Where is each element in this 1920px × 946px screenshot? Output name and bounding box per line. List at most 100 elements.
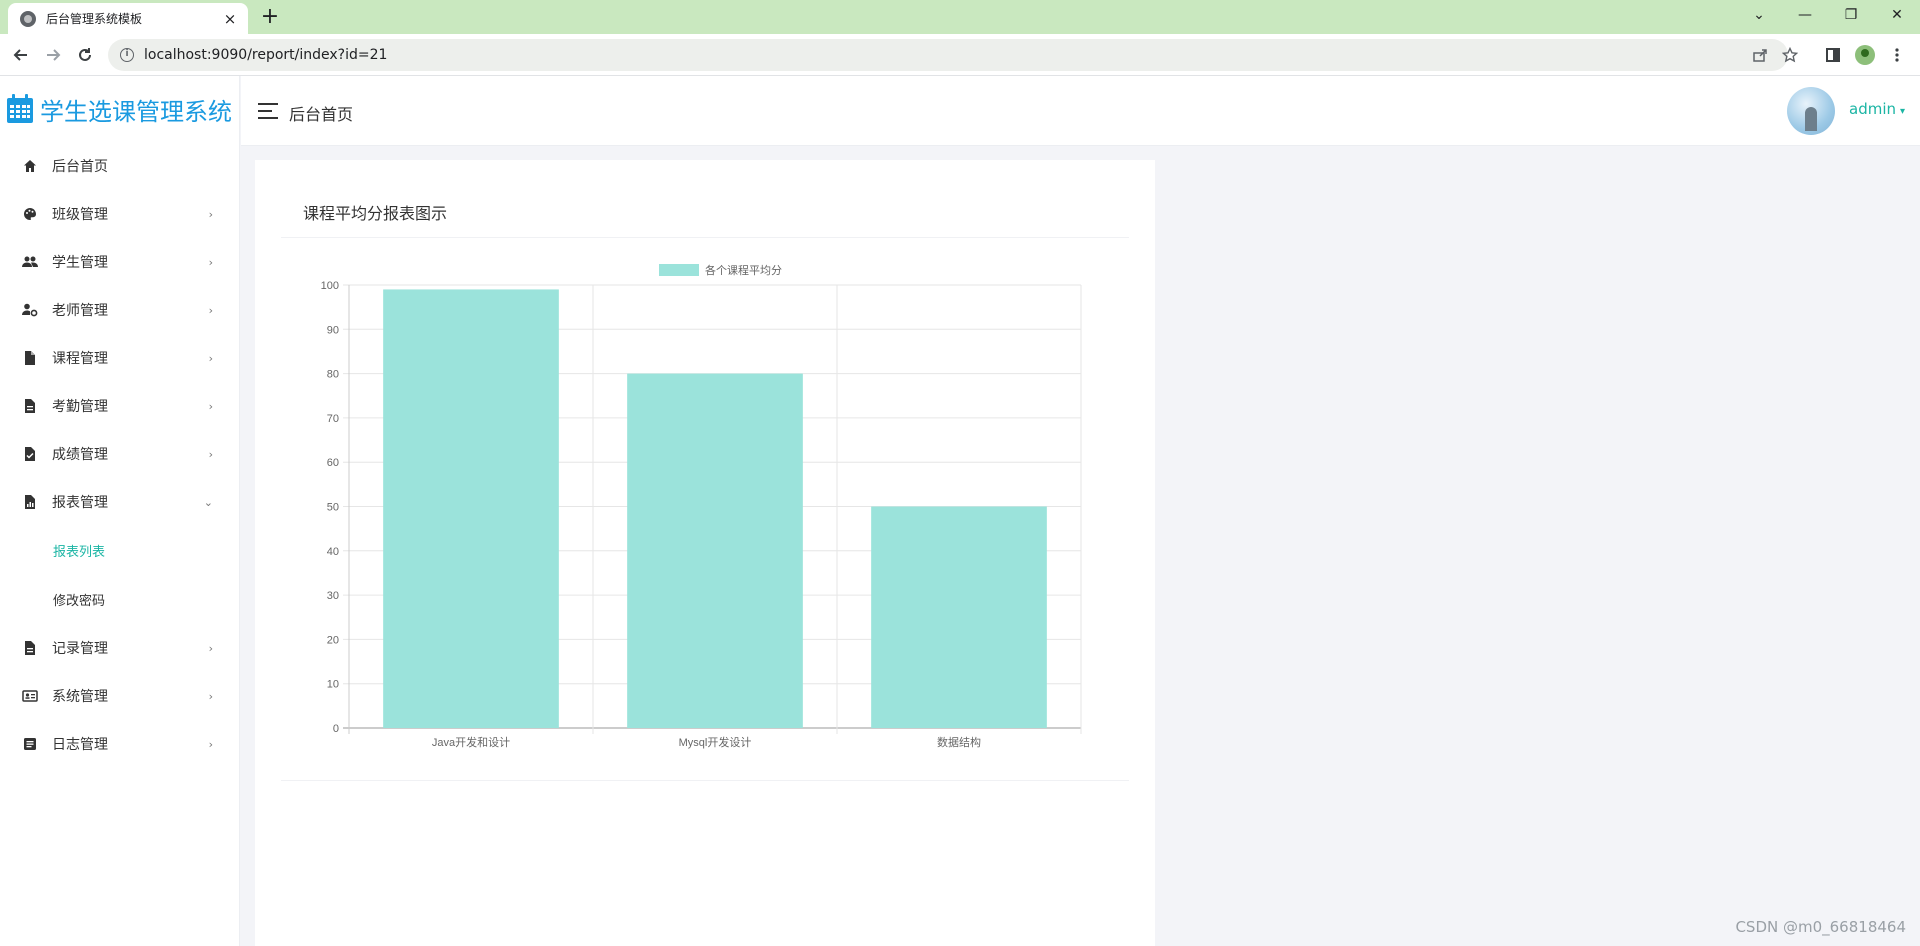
browser-toolbar: i localhost:9090/report/index?id=21 — [0, 34, 1920, 76]
chevron-right-icon: › — [208, 737, 213, 751]
back-icon[interactable] — [8, 42, 34, 68]
y-tick-label: 70 — [327, 413, 339, 425]
sidebar-item-label: 系统管理 — [52, 689, 108, 705]
chevron-right-icon: › — [208, 207, 213, 221]
file-check-icon — [22, 446, 38, 462]
reload-icon[interactable] — [72, 42, 98, 68]
sidebar-item-label: 学生管理 — [52, 255, 108, 271]
share-icon[interactable] — [1752, 39, 1768, 71]
sidebar-item-attendance[interactable]: 考勤管理 › — [0, 382, 239, 430]
sidebar-item-student[interactable]: 学生管理 › — [0, 238, 239, 286]
sidebar-item-label: 课程管理 — [52, 351, 108, 367]
legend-swatch — [659, 264, 699, 276]
profile-icon[interactable] — [1852, 42, 1878, 68]
tab-search-icon[interactable]: ⌄ — [1736, 0, 1782, 30]
tab-close-icon[interactable]: × — [222, 10, 238, 28]
watermark: CSDN @m0_66818464 — [1735, 918, 1906, 936]
chevron-right-icon: › — [208, 399, 213, 413]
y-tick-label: 80 — [327, 369, 339, 381]
bookmark-star-icon[interactable] — [1782, 39, 1798, 71]
x-tick-label: Java开发和设计 — [432, 735, 510, 749]
breadcrumb[interactable]: 后台首页 — [289, 101, 353, 125]
browser-tab-strip: 后台管理系统模板 × + ⌄ — ❐ ✕ — [0, 0, 1920, 34]
journal-icon — [22, 736, 38, 752]
y-tick-label: 30 — [327, 590, 339, 602]
forward-icon[interactable] — [40, 42, 66, 68]
more-menu-icon[interactable] — [1884, 42, 1910, 68]
sidebar-item-label: 考勤管理 — [52, 399, 108, 415]
sidebar-item-label: 记录管理 — [52, 641, 108, 657]
chevron-right-icon: › — [208, 641, 213, 655]
id-card-icon — [22, 688, 38, 704]
legend-label: 各个课程平均分 — [705, 263, 782, 277]
sidebar-item-system[interactable]: 系统管理 › — [0, 672, 239, 720]
browser-tab[interactable]: 后台管理系统模板 × — [8, 3, 248, 34]
chevron-right-icon: › — [208, 351, 213, 365]
y-tick-label: 10 — [327, 679, 339, 691]
report-card: 课程平均分报表图示 0 10 20 30 40 50 60 70 80 90 100 Java开发和设… — [255, 160, 1155, 946]
y-tick-label: 0 — [333, 723, 339, 735]
sidebar-item-grades[interactable]: 成绩管理 › — [0, 430, 239, 478]
address-bar[interactable]: i localhost:9090/report/index?id=21 — [108, 39, 1798, 71]
top-header: 后台首页 admin ▾ — [241, 76, 1920, 146]
sidebar-item-label: 老师管理 — [52, 303, 108, 319]
sidebar-item-label: 日志管理 — [52, 737, 108, 753]
info-icon[interactable]: i — [120, 48, 134, 62]
brand[interactable]: 学生选课管理系统 — [0, 76, 239, 142]
sidebar-item-teacher[interactable]: 老师管理 › — [0, 286, 239, 334]
tab-title: 后台管理系统模板 — [46, 12, 143, 26]
chevron-right-icon: › — [208, 689, 213, 703]
y-tick-label: 50 — [327, 502, 339, 514]
x-tick-label: Mysql开发设计 — [679, 735, 752, 749]
file-text-icon — [22, 640, 38, 656]
globe-icon — [20, 10, 36, 27]
sidebar-menu: 后台首页 班级管理 › 学生管理 › 老师管理 › 课程管理 › 考勤管理 › — [0, 142, 239, 768]
bar — [383, 289, 559, 728]
chevron-down-icon: ⌄ — [203, 495, 213, 509]
sidebar-item-records[interactable]: 记录管理 › — [0, 624, 239, 672]
sidebar-subitem-change-password[interactable]: 修改密码 — [0, 575, 239, 624]
sidebar-item-report[interactable]: 报表管理 ⌄ — [0, 478, 239, 526]
caret-down-icon: ▾ — [1900, 106, 1906, 117]
y-tick-label: 40 — [327, 546, 339, 558]
home-icon — [22, 158, 38, 174]
brand-title: 学生选课管理系统 — [40, 97, 232, 126]
sidebar-item-label: 班级管理 — [52, 207, 108, 223]
calendar-icon — [6, 94, 34, 124]
restore-icon[interactable]: ❐ — [1828, 0, 1874, 30]
bar — [627, 373, 803, 728]
file-chart-icon — [22, 494, 38, 510]
y-tick-label: 60 — [327, 457, 339, 469]
file-icon — [22, 350, 38, 366]
minimize-icon[interactable]: — — [1782, 0, 1828, 30]
sidebar-item-label: 报表管理 — [52, 495, 108, 511]
chevron-right-icon: › — [208, 303, 213, 317]
side-panel-icon[interactable] — [1820, 42, 1846, 68]
sidebar-subitem-report-list[interactable]: 报表列表 — [0, 526, 239, 575]
sidebar-item-class[interactable]: 班级管理 › — [0, 190, 239, 238]
bar-chart: 0 10 20 30 40 50 60 70 80 90 100 Java开发和设计 Mysql开发设计… — [321, 263, 1082, 749]
users-icon — [22, 254, 38, 270]
y-tick-label: 100 — [321, 280, 339, 292]
sidebar: 学生选课管理系统 后台首页 班级管理 › 学生管理 › 老师管理 › 课程管理 … — [0, 76, 240, 946]
sidebar-item-label: 后台首页 — [52, 159, 108, 175]
x-tick-label: 数据结构 — [937, 735, 981, 749]
palette-icon — [22, 206, 38, 222]
sidebar-item-log[interactable]: 日志管理 › — [0, 720, 239, 768]
close-window-icon[interactable]: ✕ — [1874, 0, 1920, 30]
file-text-icon — [22, 398, 38, 414]
sidebar-item-course[interactable]: 课程管理 › — [0, 334, 239, 382]
chevron-right-icon: › — [208, 447, 213, 461]
username: admin — [1849, 100, 1896, 118]
menu-toggle-icon[interactable] — [258, 103, 278, 119]
url-text[interactable]: localhost:9090/report/index?id=21 — [144, 47, 387, 63]
user-menu[interactable]: admin ▾ — [1849, 100, 1905, 118]
avatar[interactable] — [1787, 87, 1835, 135]
y-tick-label: 90 — [327, 324, 339, 336]
new-tab-button[interactable]: + — [258, 5, 282, 29]
y-tick-label: 20 — [327, 634, 339, 646]
divider — [281, 780, 1129, 781]
bar — [871, 506, 1047, 728]
sidebar-item-home[interactable]: 后台首页 — [0, 142, 239, 190]
chevron-right-icon: › — [208, 255, 213, 269]
